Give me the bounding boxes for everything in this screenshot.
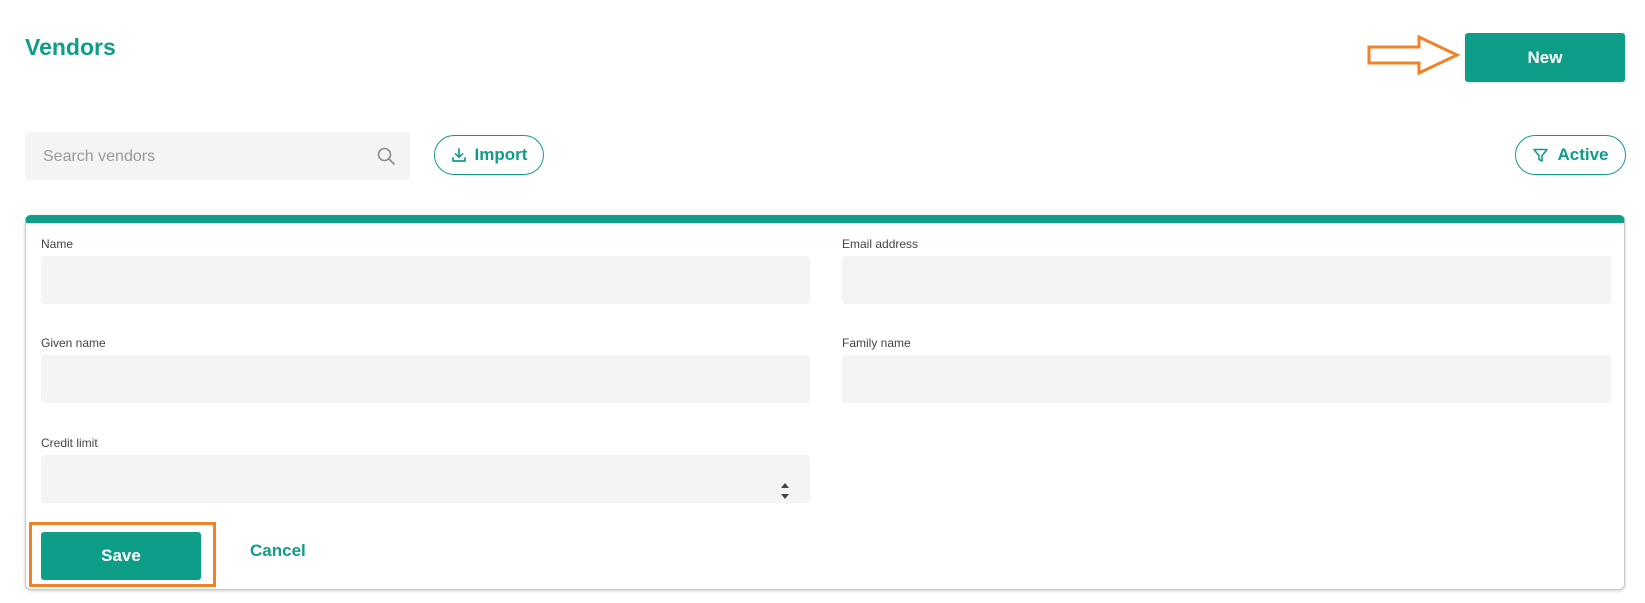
cancel-button[interactable]: Cancel [250, 541, 306, 561]
new-vendor-button[interactable]: New [1465, 33, 1625, 82]
save-button[interactable]: Save [41, 532, 201, 580]
email-label: Email address [842, 237, 919, 251]
vendors-page: Vendors New Import Active Name Email add… [0, 0, 1645, 603]
credit-limit-label: Credit limit [41, 436, 98, 450]
credit-limit-field[interactable] [41, 455, 810, 503]
new-vendor-form: Name Email address Given name Family nam… [25, 215, 1625, 590]
arrow-right-icon [1367, 34, 1461, 76]
import-button[interactable]: Import [434, 135, 544, 175]
name-field[interactable] [41, 256, 810, 304]
active-filter-label: Active [1557, 145, 1609, 164]
email-field[interactable] [842, 256, 1611, 304]
search-box [25, 132, 410, 182]
filter-icon [1533, 148, 1549, 162]
download-icon [451, 148, 466, 162]
active-filter-button[interactable]: Active [1515, 135, 1626, 175]
name-label: Name [41, 237, 74, 251]
given-name-field[interactable] [41, 355, 810, 403]
family-name-label: Family name [842, 336, 911, 350]
page-title: Vendors [25, 34, 116, 60]
number-stepper-icon[interactable] [779, 480, 791, 502]
search-input[interactable] [41, 132, 365, 182]
family-name-field[interactable] [842, 355, 1611, 403]
given-name-label: Given name [41, 336, 106, 350]
search-icon[interactable] [376, 146, 396, 166]
import-label: Import [474, 145, 528, 164]
